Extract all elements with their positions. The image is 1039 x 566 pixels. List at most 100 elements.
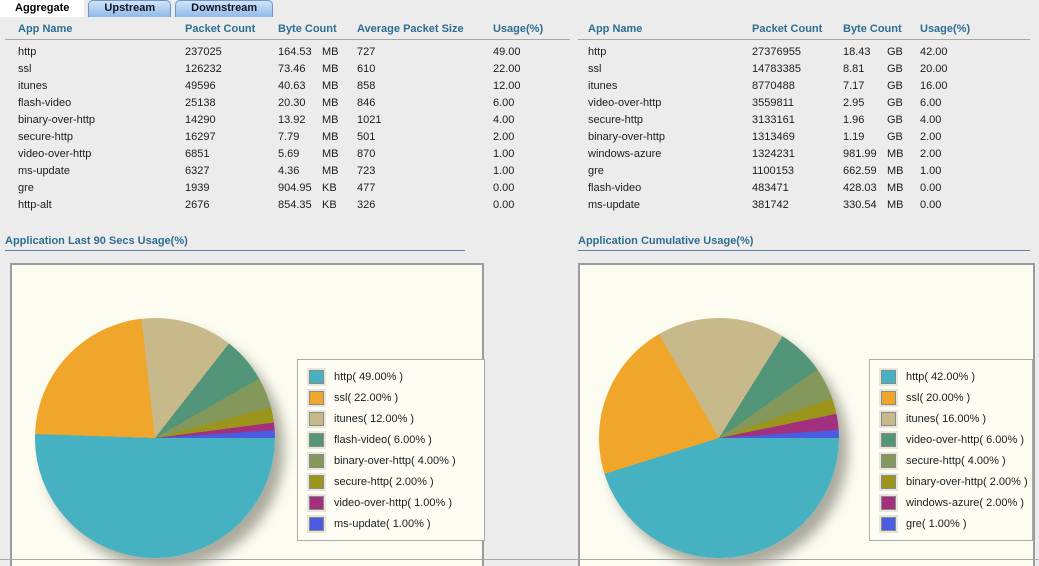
cell: 1324231 [752,145,843,162]
tab-downstream[interactable]: Downstream [175,0,273,17]
legend-item: binary-over-http( 2.00% ) [878,471,1024,492]
column-header: Packet Count [752,20,843,40]
byte-count-cell: 7.17GB [843,77,920,94]
cell: 2.00 [920,128,1030,145]
byte-unit: GB [887,114,903,126]
byte-unit: MB [887,148,904,160]
cell: 0.00 [493,179,570,196]
byte-value: 20.30 [278,97,322,109]
byte-value: 904.95 [278,182,322,194]
byte-value: 1.96 [843,114,887,126]
legend-label: secure-http( 2.00% ) [334,476,434,488]
byte-value: 2.95 [843,97,887,109]
byte-value: 4.36 [278,165,322,177]
cell: 0.00 [920,179,1030,196]
byte-count-cell: 4.36MB [278,162,357,179]
byte-unit: MB [887,199,904,211]
cell: secure-http [5,128,185,145]
table-row: gre1939904.95KB4770.00 [5,179,570,196]
cell: 16.00 [920,77,1030,94]
legend-item: ms-update( 1.00% ) [306,513,476,534]
byte-count-cell: 854.35KB [278,196,357,213]
cell: 14783385 [752,60,843,77]
cell: http [578,40,752,61]
legend-item: binary-over-http( 4.00% ) [306,450,476,471]
legend-label: binary-over-http( 4.00% ) [334,455,456,467]
cell: 20.00 [920,60,1030,77]
legend-color-swatch [881,391,896,405]
byte-unit: GB [887,46,903,58]
legend-color-swatch [309,370,324,384]
legend-color-swatch [309,412,324,426]
cell: 27376955 [752,40,843,61]
cell: 2676 [185,196,278,213]
cell: 126232 [185,60,278,77]
table-row: flash-video483471428.03MB0.00 [578,179,1030,196]
cell: 6851 [185,145,278,162]
pie-chart-cumulative [599,318,839,558]
column-header: App Name [5,20,185,40]
cell: 1100153 [752,162,843,179]
cell: 1313469 [752,128,843,145]
cell: video-over-http [578,94,752,111]
legend-label: flash-video( 6.00% ) [334,434,432,446]
legend-label: ssl( 20.00% ) [906,392,970,404]
byte-value: 13.92 [278,114,322,126]
cell: http-alt [5,196,185,213]
cell: video-over-http [5,145,185,162]
legend-item: ssl( 20.00% ) [878,387,1024,408]
legend-color-swatch [309,475,324,489]
legend-item: itunes( 12.00% ) [306,408,476,429]
cell: 846 [357,94,493,111]
byte-value: 73.46 [278,63,322,75]
chart-panel-cumulative: http( 42.00% )ssl( 20.00% )itunes( 16.00… [578,263,1035,566]
byte-count-cell: 904.95KB [278,179,357,196]
bottom-divider [0,559,1039,560]
byte-count-cell: 662.59MB [843,162,920,179]
tab-aggregate[interactable]: Aggregate [0,0,84,17]
byte-unit: MB [322,148,339,160]
cell: 8770488 [752,77,843,94]
byte-value: 981.99 [843,148,887,160]
byte-unit: GB [887,63,903,75]
cell: 477 [357,179,493,196]
cell: 2.00 [493,128,570,145]
legend-label: ssl( 22.00% ) [334,392,398,404]
legend-label: video-over-http( 6.00% ) [906,434,1024,446]
legend-color-swatch [309,433,324,447]
table-row: gre1100153662.59MB1.00 [578,162,1030,179]
cell: 25138 [185,94,278,111]
legend-label: gre( 1.00% ) [906,518,967,530]
legend-label: http( 49.00% ) [334,371,403,383]
cell: 16297 [185,128,278,145]
cell: gre [5,179,185,196]
byte-count-cell: 330.54MB [843,196,920,213]
table-row: video-over-http68515.69MB8701.00 [5,145,570,162]
legend-color-swatch [881,412,896,426]
cell: 6.00 [493,94,570,111]
legend-color-swatch [881,454,896,468]
byte-count-cell: 1.19GB [843,128,920,145]
table-row: itunes4959640.63MB85812.00 [5,77,570,94]
tab-upstream[interactable]: Upstream [88,0,171,17]
byte-count-cell: 40.63MB [278,77,357,94]
byte-count-cell: 5.69MB [278,145,357,162]
cell: 12.00 [493,77,570,94]
cumulative-usage-table-right: App NamePacket CountByte CountUsage(%)ht… [578,20,1030,213]
cell: 22.00 [493,60,570,77]
cell: 3559811 [752,94,843,111]
cell: 381742 [752,196,843,213]
legend-item: gre( 1.00% ) [878,513,1024,534]
byte-count-cell: 73.46MB [278,60,357,77]
legend-label: itunes( 16.00% ) [906,413,986,425]
cell: 49596 [185,77,278,94]
legend-cumulative: http( 42.00% )ssl( 20.00% )itunes( 16.00… [869,359,1033,541]
byte-unit: MB [322,46,339,58]
cell: ssl [578,60,752,77]
legend-color-swatch [309,454,324,468]
legend-item: flash-video( 6.00% ) [306,429,476,450]
cell: windows-azure [578,145,752,162]
legend-item: video-over-http( 1.00% ) [306,492,476,513]
cell: 14290 [185,111,278,128]
byte-value: 428.03 [843,182,887,194]
